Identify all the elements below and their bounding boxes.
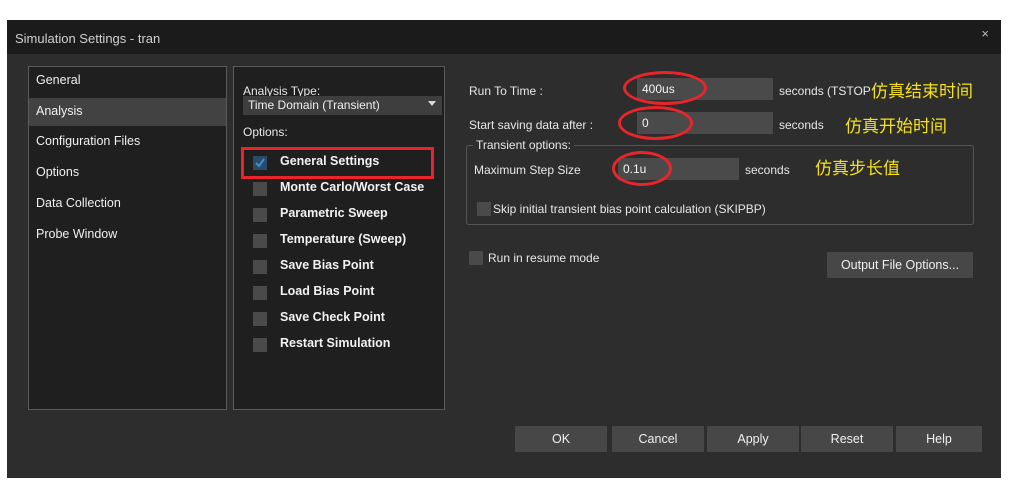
nav-item-label: General	[36, 73, 81, 87]
analysis-options-panel: Analysis Type: Time Domain (Transient) O…	[233, 66, 445, 410]
nav-item-analysis[interactable]: Analysis	[29, 98, 226, 126]
max-step-size-unit: seconds	[745, 163, 790, 177]
option-load-bias-point[interactable]: Load Bias Point	[280, 284, 374, 298]
skip-bias-checkbox[interactable]	[477, 202, 491, 216]
reset-button[interactable]: Reset	[801, 426, 893, 452]
nav-item-label: Probe Window	[36, 227, 118, 241]
save-bias-point-checkbox[interactable]	[253, 260, 267, 274]
save-check-point-checkbox[interactable]	[253, 312, 267, 326]
start-saving-label: Start saving data after :	[469, 118, 594, 132]
nav-panel: General Analysis Configuration Files Opt…	[28, 66, 227, 410]
start-saving-highlight	[618, 106, 693, 140]
run-to-time-label: Run To Time :	[469, 84, 543, 98]
nav-item-configuration-files[interactable]: Configuration Files	[29, 128, 226, 156]
max-step-size-label: Maximum Step Size	[474, 163, 581, 177]
nav-item-label: Options	[36, 165, 80, 179]
parametric-sweep-checkbox[interactable]	[253, 208, 267, 222]
ok-button[interactable]: OK	[515, 426, 607, 452]
nav-item-general[interactable]: General	[29, 67, 226, 95]
monte-carlo-checkbox[interactable]	[253, 182, 267, 196]
option-save-bias-point[interactable]: Save Bias Point	[280, 258, 374, 272]
load-bias-point-checkbox[interactable]	[253, 286, 267, 300]
annotation-start-time: 仿真开始时间	[845, 117, 947, 136]
max-step-highlight	[612, 151, 672, 186]
analysis-type-select[interactable]: Time Domain (Transient)	[243, 96, 442, 115]
resume-mode-label: Run in resume mode	[488, 251, 600, 265]
start-saving-unit: seconds	[779, 118, 824, 132]
option-monte-carlo[interactable]: Monte Carlo/Worst Case	[280, 180, 424, 194]
close-icon[interactable]: ×	[981, 26, 989, 41]
option-parametric-sweep[interactable]: Parametric Sweep	[280, 206, 388, 220]
nav-item-options[interactable]: Options	[29, 159, 226, 187]
annotation-step-value: 仿真步长值	[815, 159, 900, 178]
resume-mode-checkbox[interactable]	[469, 251, 483, 265]
option-save-check-point[interactable]: Save Check Point	[280, 310, 385, 324]
simulation-settings-dialog: Simulation Settings - tran × General Ana…	[7, 20, 1001, 478]
run-to-time-highlight	[623, 71, 707, 105]
transient-options-label: Transient options:	[473, 138, 574, 152]
annotation-end-time: 仿真结束时间	[871, 82, 973, 101]
nav-item-label: Analysis	[36, 104, 83, 118]
restart-simulation-checkbox[interactable]	[253, 338, 267, 352]
cancel-button[interactable]: Cancel	[612, 426, 704, 452]
temperature-sweep-checkbox[interactable]	[253, 234, 267, 248]
apply-button[interactable]: Apply	[707, 426, 799, 452]
window-title: Simulation Settings - tran	[15, 31, 161, 46]
help-button[interactable]: Help	[896, 426, 982, 452]
title-bar: Simulation Settings - tran ×	[7, 20, 1001, 54]
general-settings-highlight	[241, 147, 434, 179]
analysis-type-value: Time Domain (Transient)	[248, 98, 380, 112]
run-to-time-unit: seconds (TSTOP)	[779, 84, 871, 98]
options-label: Options:	[243, 125, 288, 139]
option-restart-simulation[interactable]: Restart Simulation	[280, 336, 390, 350]
skip-bias-label: Skip initial transient bias point calcul…	[493, 202, 766, 216]
chevron-down-icon	[428, 101, 436, 106]
nav-item-label: Data Collection	[36, 196, 121, 210]
nav-item-probe-window[interactable]: Probe Window	[29, 221, 226, 249]
output-file-options-button[interactable]: Output File Options...	[827, 252, 973, 278]
nav-item-label: Configuration Files	[36, 134, 141, 148]
nav-item-data-collection[interactable]: Data Collection	[29, 190, 226, 218]
option-temperature-sweep[interactable]: Temperature (Sweep)	[280, 232, 406, 246]
